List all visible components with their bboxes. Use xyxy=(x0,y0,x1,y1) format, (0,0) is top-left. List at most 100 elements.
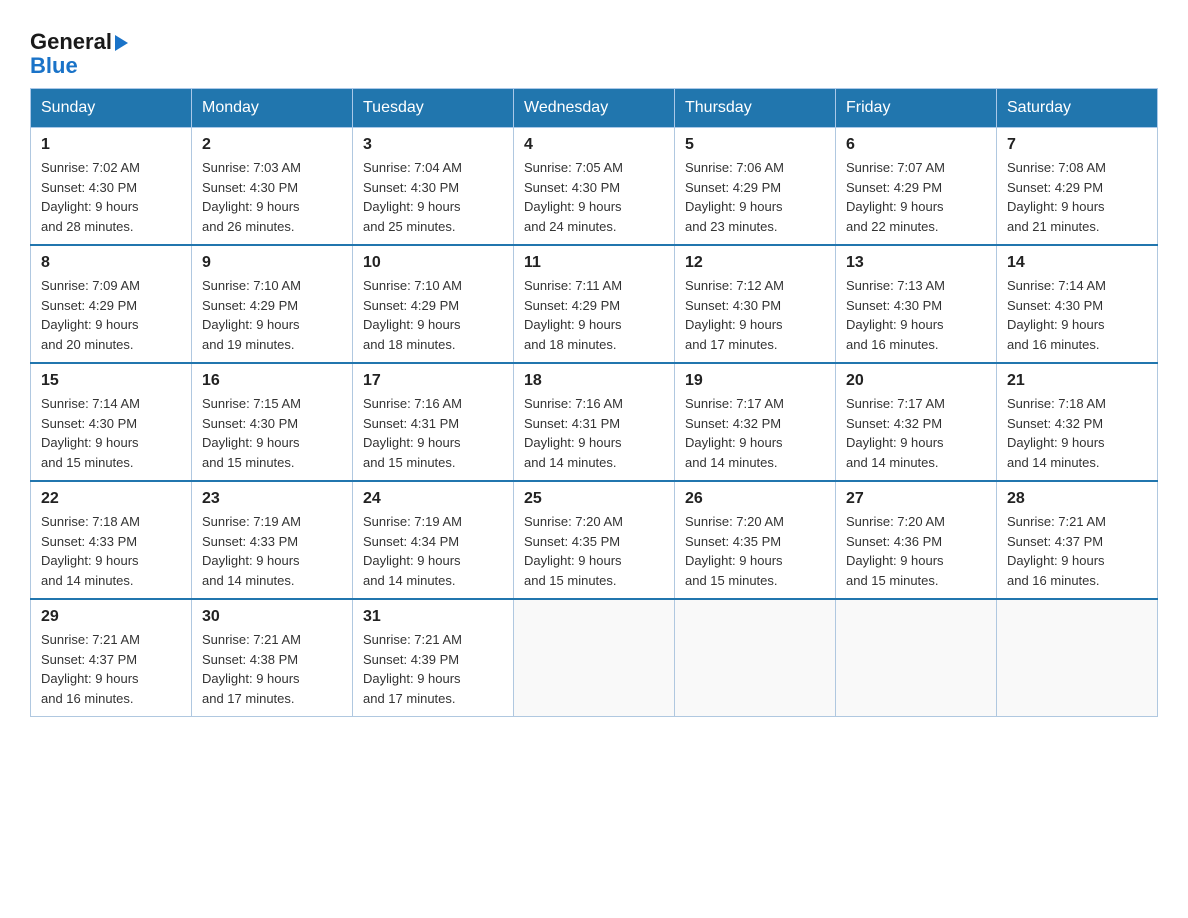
day-number: 28 xyxy=(1007,490,1147,508)
day-number: 17 xyxy=(363,372,503,390)
calendar-cell: 5 Sunrise: 7:06 AMSunset: 4:29 PMDaylight… xyxy=(675,128,836,246)
day-number: 10 xyxy=(363,254,503,272)
day-info: Sunrise: 7:14 AMSunset: 4:30 PMDaylight:… xyxy=(1007,276,1147,354)
calendar-cell: 20Sunrise: 7:17 AMSunset: 4:32 PMDayligh… xyxy=(836,363,997,481)
day-info: Sunrise: 7:18 AMSunset: 4:33 PMDaylight:… xyxy=(41,512,181,590)
day-info: Sunrise: 7:20 AMSunset: 4:35 PMDaylight:… xyxy=(524,512,664,590)
weekday-header-saturday: Saturday xyxy=(997,89,1158,128)
day-number: 11 xyxy=(524,254,664,272)
day-info: Sunrise: 7:20 AMSunset: 4:36 PMDaylight:… xyxy=(846,512,986,590)
weekday-header-wednesday: Wednesday xyxy=(514,89,675,128)
calendar-cell: 11 Sunrise: 7:11 AMSunset: 4:29 PMDayligh… xyxy=(514,245,675,363)
weekday-header-sunday: Sunday xyxy=(31,89,192,128)
calendar-cell: 19 Sunrise: 7:17 AMSunset: 4:32 PMDayligh… xyxy=(675,363,836,481)
day-info: Sunrise: 7:17 AMSunset: 4:32 PMDaylight:… xyxy=(685,394,825,472)
weekday-header-monday: Monday xyxy=(192,89,353,128)
day-info: Sunrise: 7:12 AMSunset: 4:30 PMDaylight:… xyxy=(685,276,825,354)
day-number: 26 xyxy=(685,490,825,508)
day-info: Sunrise: 7:21 AMSunset: 4:39 PMDaylight:… xyxy=(363,630,503,708)
day-info: Sunrise: 7:21 AMSunset: 4:38 PMDaylight:… xyxy=(202,630,342,708)
day-info: Sunrise: 7:15 AMSunset: 4:30 PMDaylight:… xyxy=(202,394,342,472)
day-number: 5 xyxy=(685,136,825,154)
calendar-cell: 9 Sunrise: 7:10 AMSunset: 4:29 PMDaylight… xyxy=(192,245,353,363)
day-info: Sunrise: 7:20 AMSunset: 4:35 PMDaylight:… xyxy=(685,512,825,590)
calendar-cell: 31Sunrise: 7:21 AMSunset: 4:39 PMDayligh… xyxy=(353,599,514,717)
day-info: Sunrise: 7:11 AMSunset: 4:29 PMDaylight:… xyxy=(524,276,664,354)
day-number: 1 xyxy=(41,136,181,154)
day-info: Sunrise: 7:10 AMSunset: 4:29 PMDaylight:… xyxy=(202,276,342,354)
calendar-cell: 22 Sunrise: 7:18 AMSunset: 4:33 PMDayligh… xyxy=(31,481,192,599)
calendar-cell xyxy=(675,599,836,717)
day-number: 22 xyxy=(41,490,181,508)
calendar-cell: 24 Sunrise: 7:19 AMSunset: 4:34 PMDayligh… xyxy=(353,481,514,599)
day-number: 8 xyxy=(41,254,181,272)
day-number: 25 xyxy=(524,490,664,508)
day-info: Sunrise: 7:16 AMSunset: 4:31 PMDaylight:… xyxy=(524,394,664,472)
weekday-header-tuesday: Tuesday xyxy=(353,89,514,128)
day-number: 13 xyxy=(846,254,986,272)
calendar-cell: 17 Sunrise: 7:16 AMSunset: 4:31 PMDayligh… xyxy=(353,363,514,481)
calendar-cell: 3Sunrise: 7:04 AMSunset: 4:30 PMDaylight… xyxy=(353,128,514,246)
day-info: Sunrise: 7:02 AMSunset: 4:30 PMDaylight:… xyxy=(41,158,181,236)
day-info: Sunrise: 7:19 AMSunset: 4:34 PMDaylight:… xyxy=(363,512,503,590)
day-info: Sunrise: 7:06 AMSunset: 4:29 PMDaylight:… xyxy=(685,158,825,236)
weekday-header-friday: Friday xyxy=(836,89,997,128)
calendar-cell: 14 Sunrise: 7:14 AMSunset: 4:30 PMDayligh… xyxy=(997,245,1158,363)
calendar-cell: 10Sunrise: 7:10 AMSunset: 4:29 PMDayligh… xyxy=(353,245,514,363)
day-info: Sunrise: 7:08 AMSunset: 4:29 PMDaylight:… xyxy=(1007,158,1147,236)
day-number: 27 xyxy=(846,490,986,508)
day-info: Sunrise: 7:09 AMSunset: 4:29 PMDaylight:… xyxy=(41,276,181,354)
calendar-cell: 16 Sunrise: 7:15 AMSunset: 4:30 PMDayligh… xyxy=(192,363,353,481)
calendar-cell: 26 Sunrise: 7:20 AMSunset: 4:35 PMDayligh… xyxy=(675,481,836,599)
calendar-cell: 30 Sunrise: 7:21 AMSunset: 4:38 PMDayligh… xyxy=(192,599,353,717)
day-number: 14 xyxy=(1007,254,1147,272)
calendar-cell: 29 Sunrise: 7:21 AMSunset: 4:37 PMDayligh… xyxy=(31,599,192,717)
day-number: 21 xyxy=(1007,372,1147,390)
calendar-cell: 25 Sunrise: 7:20 AMSunset: 4:35 PMDayligh… xyxy=(514,481,675,599)
calendar-week-1: 1 Sunrise: 7:02 AMSunset: 4:30 PMDaylight… xyxy=(31,128,1158,246)
calendar-cell: 28 Sunrise: 7:21 AMSunset: 4:37 PMDayligh… xyxy=(997,481,1158,599)
calendar-cell: 13 Sunrise: 7:13 AMSunset: 4:30 PMDayligh… xyxy=(836,245,997,363)
day-number: 24 xyxy=(363,490,503,508)
calendar-week-5: 29 Sunrise: 7:21 AMSunset: 4:37 PMDayligh… xyxy=(31,599,1158,717)
weekday-header-row: SundayMondayTuesdayWednesdayThursdayFrid… xyxy=(31,89,1158,128)
day-number: 16 xyxy=(202,372,342,390)
calendar-week-2: 8 Sunrise: 7:09 AMSunset: 4:29 PMDaylight… xyxy=(31,245,1158,363)
day-number: 19 xyxy=(685,372,825,390)
top-section: GeneralBlue xyxy=(30,20,1158,78)
day-info: Sunrise: 7:13 AMSunset: 4:30 PMDaylight:… xyxy=(846,276,986,354)
calendar-cell: 4Sunrise: 7:05 AMSunset: 4:30 PMDaylight… xyxy=(514,128,675,246)
day-number: 18 xyxy=(524,372,664,390)
day-info: Sunrise: 7:16 AMSunset: 4:31 PMDaylight:… xyxy=(363,394,503,472)
day-number: 6 xyxy=(846,136,986,154)
day-info: Sunrise: 7:14 AMSunset: 4:30 PMDaylight:… xyxy=(41,394,181,472)
calendar-cell: 6 Sunrise: 7:07 AMSunset: 4:29 PMDaylight… xyxy=(836,128,997,246)
day-info: Sunrise: 7:17 AMSunset: 4:32 PMDaylight:… xyxy=(846,394,986,472)
calendar-cell: 7Sunrise: 7:08 AMSunset: 4:29 PMDaylight… xyxy=(997,128,1158,246)
day-number: 9 xyxy=(202,254,342,272)
calendar-cell: 21 Sunrise: 7:18 AMSunset: 4:32 PMDayligh… xyxy=(997,363,1158,481)
calendar-week-3: 15 Sunrise: 7:14 AMSunset: 4:30 PMDayligh… xyxy=(31,363,1158,481)
calendar-cell xyxy=(836,599,997,717)
day-number: 30 xyxy=(202,608,342,626)
day-info: Sunrise: 7:21 AMSunset: 4:37 PMDaylight:… xyxy=(1007,512,1147,590)
calendar-cell: 23 Sunrise: 7:19 AMSunset: 4:33 PMDayligh… xyxy=(192,481,353,599)
calendar-cell xyxy=(997,599,1158,717)
logo-text: GeneralBlue xyxy=(30,30,128,78)
day-number: 12 xyxy=(685,254,825,272)
day-info: Sunrise: 7:07 AMSunset: 4:29 PMDaylight:… xyxy=(846,158,986,236)
day-number: 15 xyxy=(41,372,181,390)
calendar-cell: 12 Sunrise: 7:12 AMSunset: 4:30 PMDayligh… xyxy=(675,245,836,363)
logo: GeneralBlue xyxy=(30,30,128,78)
day-number: 23 xyxy=(202,490,342,508)
calendar-cell: 27 Sunrise: 7:20 AMSunset: 4:36 PMDayligh… xyxy=(836,481,997,599)
day-info: Sunrise: 7:18 AMSunset: 4:32 PMDaylight:… xyxy=(1007,394,1147,472)
day-number: 3 xyxy=(363,136,503,154)
day-info: Sunrise: 7:19 AMSunset: 4:33 PMDaylight:… xyxy=(202,512,342,590)
day-number: 29 xyxy=(41,608,181,626)
calendar-table: SundayMondayTuesdayWednesdayThursdayFrid… xyxy=(30,88,1158,717)
calendar-cell: 2Sunrise: 7:03 AMSunset: 4:30 PMDaylight… xyxy=(192,128,353,246)
calendar-cell: 15 Sunrise: 7:14 AMSunset: 4:30 PMDayligh… xyxy=(31,363,192,481)
day-info: Sunrise: 7:21 AMSunset: 4:37 PMDaylight:… xyxy=(41,630,181,708)
calendar-cell: 18 Sunrise: 7:16 AMSunset: 4:31 PMDayligh… xyxy=(514,363,675,481)
